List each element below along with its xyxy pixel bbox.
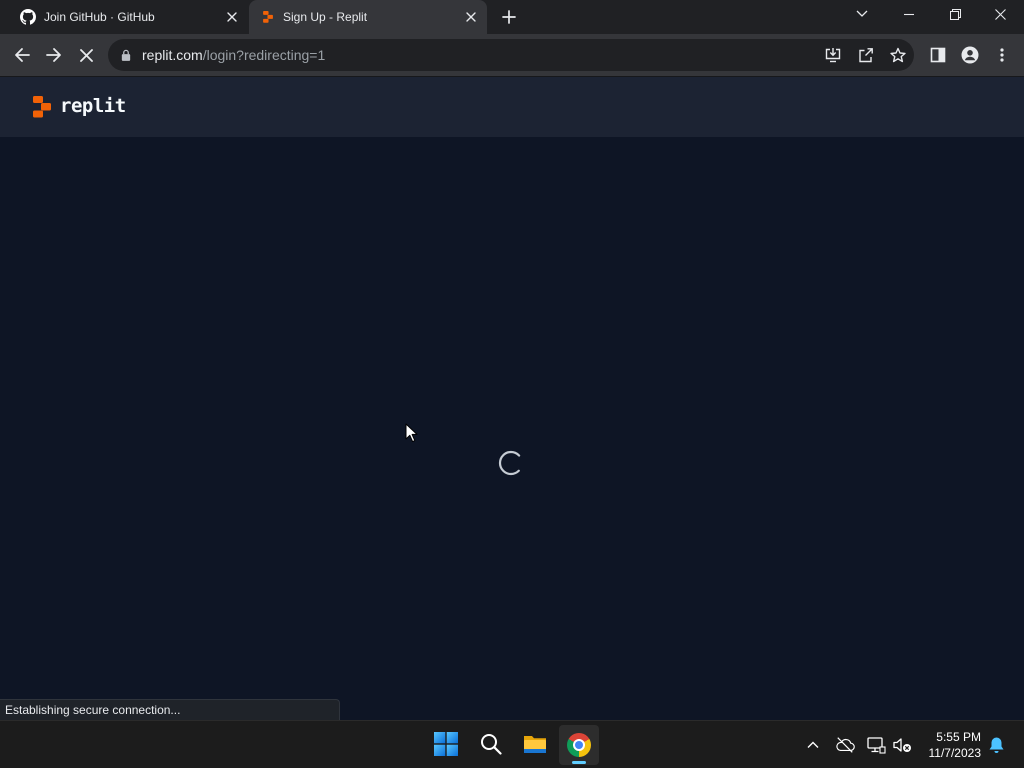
url-path: /login?redirecting=1 <box>202 47 326 63</box>
status-bubble: Establishing secure connection... <box>0 699 340 720</box>
tab-github[interactable]: Join GitHub · GitHub <box>8 0 246 34</box>
logo-wordmark[interactable]: replit <box>60 77 126 135</box>
close-window-button[interactable] <box>977 0 1023 28</box>
mouse-cursor-icon <box>405 423 418 443</box>
lock-icon[interactable] <box>121 49 131 61</box>
loading-spinner-icon <box>498 450 524 476</box>
side-panel-icon[interactable] <box>930 47 946 63</box>
search-icon[interactable] <box>480 733 502 755</box>
notification-bell-icon[interactable] <box>988 736 1005 754</box>
github-icon <box>20 9 36 25</box>
profile-icon[interactable] <box>961 46 979 64</box>
chevron-down-icon[interactable] <box>856 10 868 18</box>
side-panel-button[interactable] <box>922 39 954 71</box>
windows-taskbar: 5:55 PM 11/7/2023 <box>0 720 1024 768</box>
status-text: Establishing secure connection... <box>5 703 181 717</box>
system-clock[interactable]: 5:55 PM 11/7/2023 <box>913 729 982 761</box>
chrome-icon[interactable] <box>567 733 591 757</box>
restore-icon[interactable] <box>949 8 961 20</box>
forward-arrow-icon[interactable] <box>46 47 62 63</box>
tab-close-button[interactable] <box>222 7 242 27</box>
new-tab-button[interactable] <box>495 3 523 31</box>
stop-loading-icon[interactable] <box>79 48 93 62</box>
clock-time: 5:55 PM <box>936 730 981 744</box>
replit-icon <box>263 11 273 23</box>
minimize-button[interactable] <box>886 0 932 28</box>
onedrive-paused-icon[interactable] <box>835 735 855 755</box>
replit-logo-icon[interactable] <box>33 96 51 118</box>
minimize-icon[interactable] <box>904 9 914 19</box>
share-icon[interactable] <box>858 47 874 63</box>
close-icon[interactable] <box>994 8 1006 20</box>
more-vert-icon[interactable] <box>994 47 1010 63</box>
url-text[interactable]: replit.com/login?redirecting=1 <box>142 39 325 71</box>
star-icon[interactable] <box>890 47 906 63</box>
url-host: replit.com <box>142 47 203 63</box>
stop-loading-button[interactable] <box>70 39 102 71</box>
active-app-indicator <box>572 761 586 764</box>
chevron-up-icon[interactable] <box>805 737 821 753</box>
file-explorer-icon[interactable] <box>523 732 547 756</box>
profile-button[interactable] <box>954 39 986 71</box>
install-app-button[interactable] <box>817 39 849 71</box>
volume-muted-icon[interactable] <box>892 735 912 755</box>
forward-button[interactable] <box>38 39 70 71</box>
chrome-taskbar-button[interactable] <box>559 725 599 765</box>
tab-strip: Join GitHub · GitHub Sign Up - Replit <box>0 0 1024 34</box>
site-header: replit <box>0 77 1024 137</box>
plus-icon[interactable] <box>502 10 516 24</box>
tab-title: Sign Up - Replit <box>283 10 368 24</box>
tab-search-button[interactable] <box>848 0 876 28</box>
close-icon[interactable] <box>227 12 237 22</box>
browser-toolbar: replit.com/login?redirecting=1 <box>0 34 1024 76</box>
tab-replit[interactable]: Sign Up - Replit <box>249 0 487 34</box>
windows-start-icon[interactable] <box>434 732 458 756</box>
back-button[interactable] <box>6 39 38 71</box>
clock-date: 11/7/2023 <box>928 746 982 760</box>
restore-button[interactable] <box>932 0 978 28</box>
address-bar[interactable]: replit.com/login?redirecting=1 <box>108 39 914 71</box>
tab-close-button[interactable] <box>461 7 481 27</box>
back-arrow-icon[interactable] <box>14 47 30 63</box>
network-icon[interactable] <box>866 735 886 755</box>
share-button[interactable] <box>850 39 882 71</box>
install-app-icon[interactable] <box>825 47 841 63</box>
more-menu-button[interactable] <box>986 39 1018 71</box>
bookmark-button[interactable] <box>882 39 914 71</box>
tab-title: Join GitHub · GitHub <box>44 10 155 24</box>
close-icon[interactable] <box>466 12 476 22</box>
